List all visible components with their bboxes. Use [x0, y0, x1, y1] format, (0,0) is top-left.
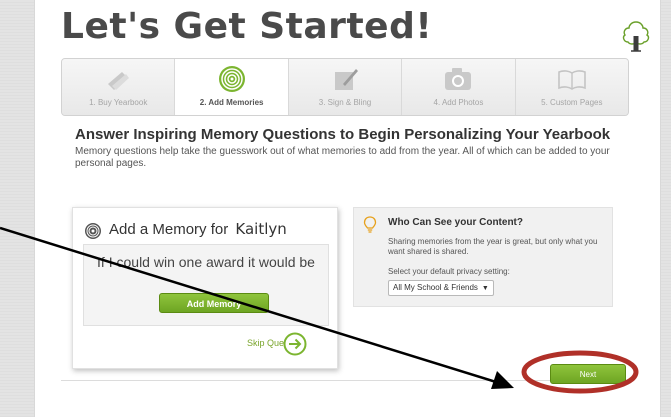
- memory-question: If I could win one award it would be: [97, 254, 315, 270]
- memory-panel-title: Add a Memory for Kaitlyn: [109, 220, 287, 238]
- student-name: Kaitlyn: [235, 220, 287, 238]
- privacy-select-label: Select your default privacy setting:: [388, 267, 510, 276]
- footer-divider: [61, 380, 627, 381]
- dropdown-caret-icon: ▼: [481, 285, 489, 292]
- camera-icon: [445, 68, 472, 90]
- privacy-info-panel: Who Can See your Content? Sharing memori…: [353, 207, 613, 307]
- privacy-description: Sharing memories from the year is great,…: [388, 237, 598, 256]
- step-label: 2. Add Memories: [199, 98, 264, 107]
- privacy-setting-select[interactable]: All My School & Friends ▼: [388, 280, 494, 296]
- page-title: Let's Get Started!: [61, 6, 433, 47]
- arrow-right-circle-icon[interactable]: [283, 332, 307, 356]
- step-add-memories[interactable]: 2. Add Memories: [175, 59, 289, 115]
- step-label: 3. Sign & Bling: [318, 98, 372, 107]
- add-memory-panel: Add a Memory for Kaitlyn If I could win …: [72, 207, 338, 369]
- yearbook-ticket-icon: [108, 72, 130, 90]
- main-page: Let's Get Started! 1. Buy Yearbook 2. Ad…: [34, 0, 661, 417]
- step-label: 5. Custom Pages: [541, 98, 603, 107]
- step-add-photos[interactable]: 4. Add Photos: [402, 59, 516, 115]
- memory-spiral-icon: [85, 223, 101, 239]
- memory-question-card: If I could win one award it would be Add…: [83, 244, 329, 326]
- section-heading: Answer Inspiring Memory Questions to Beg…: [75, 126, 611, 143]
- privacy-selected-value: All My School & Friends: [393, 283, 478, 292]
- step-label: 4. Add Photos: [433, 98, 484, 107]
- next-button[interactable]: Next: [550, 364, 626, 384]
- open-book-icon: [558, 70, 586, 90]
- sign-pen-icon: [335, 69, 359, 90]
- privacy-title: Who Can See your Content?: [388, 217, 523, 228]
- step-custom-pages[interactable]: 5. Custom Pages: [515, 59, 628, 115]
- step-sign-bling[interactable]: 3. Sign & Bling: [288, 59, 403, 115]
- section-description: Memory questions help take the guesswork…: [75, 146, 610, 169]
- step-progress-bar: 1. Buy Yearbook 2. Add Memories 3. Sign …: [61, 58, 629, 116]
- memory-title-prefix: Add a Memory for: [109, 221, 229, 238]
- memory-spiral-icon: [218, 66, 245, 92]
- step-label: 1. Buy Yearbook: [89, 98, 148, 107]
- step-buy-yearbook[interactable]: 1. Buy Yearbook: [62, 59, 176, 115]
- lightbulb-icon: [363, 216, 377, 233]
- tree-logo-icon: [622, 21, 650, 52]
- add-memory-button[interactable]: Add Memory: [159, 293, 269, 313]
